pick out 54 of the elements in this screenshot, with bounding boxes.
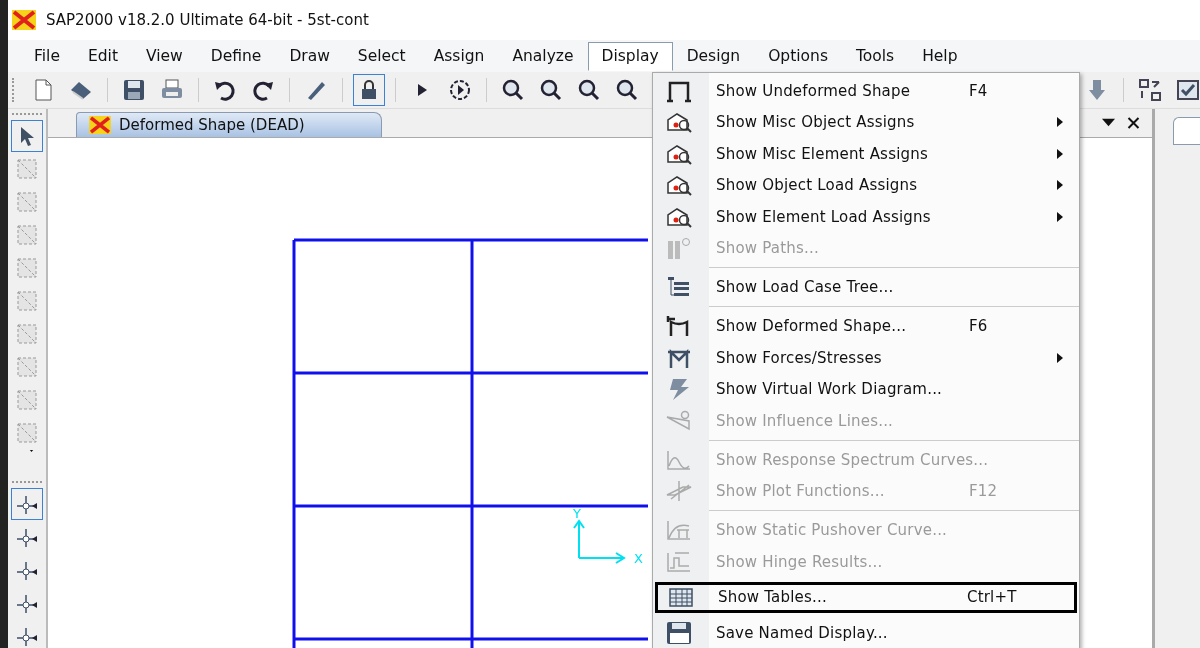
menu-item[interactable]: Show Object Load Assigns <box>653 169 1079 201</box>
hinge-curve-icon <box>665 549 693 574</box>
save-icon[interactable] <box>121 78 146 102</box>
menu-item[interactable]: Save Named Display... <box>653 617 1079 648</box>
axis-arrow <box>573 519 626 564</box>
window-title: SAP2000 v18.2.0 Ultimate 64-bit - 5st-cont <box>46 11 369 29</box>
menu-item[interactable]: Show Element Load Assigns <box>653 201 1079 233</box>
app-logo-icon <box>12 10 36 30</box>
menu-item[interactable]: Show Virtual Work Diagram... <box>653 373 1079 405</box>
app-logo-icon <box>89 116 111 134</box>
axis-label: Y <box>573 506 581 521</box>
submenu-arrow-icon <box>1057 211 1063 222</box>
menu-item[interactable]: Assign <box>419 41 499 71</box>
arrange-icon[interactable] <box>1137 78 1162 102</box>
plot-grid-icon <box>665 479 693 504</box>
menu-item[interactable]: Analyze <box>498 41 588 71</box>
close-icon[interactable] <box>1127 117 1140 129</box>
menu-item[interactable]: Show Load Case Tree... <box>653 271 1079 303</box>
columns-magnifier-icon <box>665 236 693 261</box>
pushover-curve-icon <box>665 518 693 543</box>
zoom-icon[interactable] <box>538 78 563 102</box>
menu-item[interactable]: Show Forces/Stresses <box>653 342 1079 374</box>
zoom-icon[interactable] <box>500 78 525 102</box>
menu-item[interactable]: Options <box>754 41 842 71</box>
play-circle-icon[interactable] <box>447 78 472 102</box>
document-tab[interactable] <box>1173 117 1200 145</box>
table-icon <box>667 585 695 610</box>
menu-item[interactable]: Help <box>908 41 972 71</box>
menu-item[interactable]: Show Misc Element Assigns <box>653 138 1079 170</box>
submenu-arrow-icon <box>1057 352 1063 363</box>
menu-item[interactable]: View <box>131 41 197 71</box>
submenu-arrow-icon <box>1057 180 1063 191</box>
menu-item[interactable]: Display <box>587 41 673 71</box>
document-tab[interactable]: Deformed Shape (DEAD) <box>76 112 382 137</box>
menu-item[interactable]: Show Deformed Shape... F6 <box>653 310 1079 342</box>
menu-item[interactable]: Define <box>196 41 276 71</box>
zoom-icon[interactable] <box>614 78 639 102</box>
house-magnifier-icon <box>665 173 693 198</box>
dropdown-arrow-icon[interactable] <box>1102 117 1115 129</box>
menu-item[interactable]: Show Misc Object Assigns <box>653 106 1079 138</box>
house-magnifier-icon <box>665 110 693 135</box>
menu-item[interactable]: Draw <box>275 41 344 71</box>
influence-line-icon <box>665 408 693 433</box>
menu-item[interactable]: Show Tables... Ctrl+T <box>655 581 1077 613</box>
submenu-arrow-icon <box>1057 148 1063 159</box>
menu-item[interactable]: Edit <box>73 41 132 71</box>
menu-item[interactable]: File <box>20 41 74 71</box>
check-box-icon[interactable] <box>1175 78 1200 102</box>
zoom-icon[interactable] <box>576 78 601 102</box>
menu-item[interactable]: Select <box>343 41 420 71</box>
menu-item[interactable]: Design <box>672 41 755 71</box>
submenu-arrow-icon <box>1057 117 1063 128</box>
menu-item[interactable]: Tools <box>842 41 909 71</box>
axis-label: X <box>634 551 643 566</box>
